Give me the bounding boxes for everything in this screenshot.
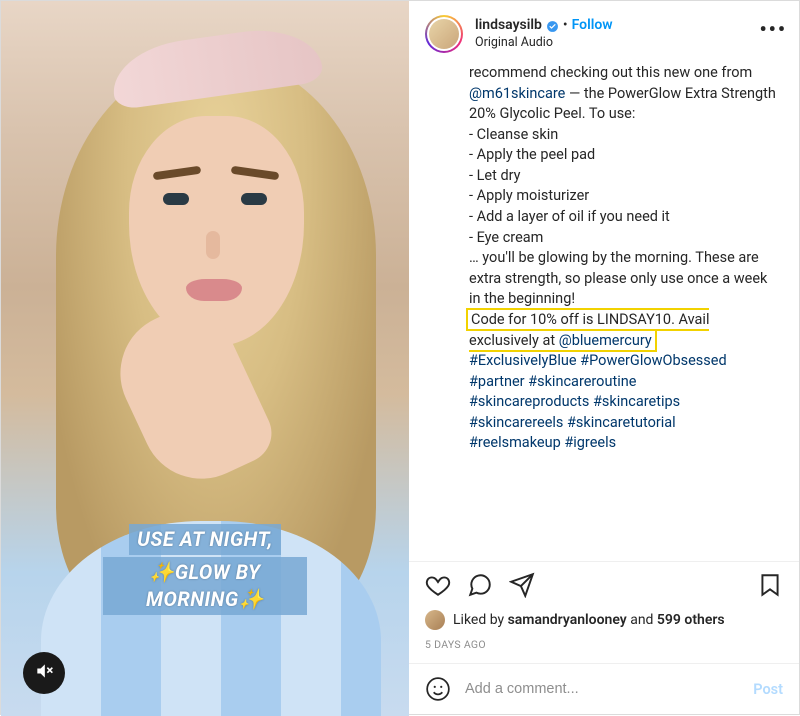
post-comment-button[interactable]: Post bbox=[753, 681, 783, 698]
hashtag-line[interactable]: #skincareproducts #skincaretips bbox=[469, 393, 680, 410]
illustration bbox=[241, 193, 267, 205]
caption-step: - Add a layer of oil if you need it bbox=[469, 208, 670, 225]
separator-dot: • bbox=[563, 17, 568, 35]
author-username[interactable]: lindsaysilb bbox=[475, 17, 542, 35]
post-panel: lindsaysilb • Follow Original Audio ••• … bbox=[409, 1, 799, 714]
illustration bbox=[163, 193, 189, 205]
likes-mid: and bbox=[627, 612, 657, 628]
author-avatar[interactable] bbox=[425, 15, 463, 53]
likes-count[interactable]: 599 others bbox=[657, 612, 725, 628]
comment-button[interactable] bbox=[467, 572, 493, 602]
overlay-line-2: ✨GLOW BY MORNING✨ bbox=[103, 557, 307, 615]
caption-text: recommend checking out this new one from bbox=[469, 64, 752, 81]
header-text: lindsaysilb • Follow Original Audio bbox=[475, 17, 783, 50]
promo-highlight: Code for 10% off is LINDSAY10. Avail exc… bbox=[466, 308, 709, 352]
audio-label[interactable]: Original Audio bbox=[475, 35, 783, 51]
mention-link[interactable]: @m61skincare bbox=[469, 85, 565, 102]
hashtag-line[interactable]: #partner #skincareroutine bbox=[469, 373, 636, 390]
emoji-picker-button[interactable] bbox=[425, 676, 451, 702]
hashtag-line[interactable]: #ExclusivelyBlue #PowerGlowObsessed bbox=[469, 352, 727, 369]
post-timestamp: 5 DAYS AGO bbox=[409, 634, 799, 663]
more-options-button[interactable]: ••• bbox=[759, 17, 787, 41]
comment-input[interactable] bbox=[465, 681, 739, 697]
share-button[interactable] bbox=[509, 572, 535, 602]
like-button[interactable] bbox=[425, 572, 451, 602]
caption-text: … you'll be glowing by the morning. Thes… bbox=[469, 249, 767, 307]
hashtag-line[interactable]: #reelsmakeup #igreels bbox=[469, 434, 616, 451]
likes-row[interactable]: Liked by samandryanlooney and 599 others bbox=[409, 608, 799, 634]
follow-button[interactable]: Follow bbox=[572, 17, 613, 35]
illustration bbox=[186, 279, 242, 301]
likes-prefix: Liked by bbox=[453, 612, 508, 628]
save-button[interactable] bbox=[757, 572, 783, 602]
overlay-line-1: USE AT NIGHT, bbox=[129, 524, 281, 555]
add-comment-row: Post bbox=[409, 663, 799, 714]
caption-step: - Let dry bbox=[469, 167, 521, 184]
likes-text: Liked by samandryanlooney and 599 others bbox=[453, 612, 725, 628]
caption-step: - Cleanse skin bbox=[469, 126, 558, 143]
liker-avatar bbox=[425, 610, 445, 630]
action-bar bbox=[409, 561, 799, 608]
post-header: lindsaysilb • Follow Original Audio ••• bbox=[409, 1, 799, 63]
verified-badge-icon bbox=[546, 20, 559, 33]
reel-video[interactable]: USE AT NIGHT, ✨GLOW BY MORNING✨ bbox=[1, 1, 409, 716]
mute-button[interactable] bbox=[23, 652, 65, 694]
hashtag-line[interactable]: #skincarereels #skincaretutorial bbox=[469, 414, 676, 431]
post-container: USE AT NIGHT, ✨GLOW BY MORNING✨ lindsays… bbox=[0, 0, 800, 715]
caption: recommend checking out this new one from… bbox=[409, 63, 799, 561]
speaker-muted-icon bbox=[34, 661, 54, 685]
video-overlay-text: USE AT NIGHT, ✨GLOW BY MORNING✨ bbox=[103, 523, 307, 616]
illustration bbox=[206, 231, 220, 259]
caption-step: - Eye cream bbox=[469, 229, 543, 246]
liker-name[interactable]: samandryanlooney bbox=[508, 612, 627, 628]
caption-step: - Apply the peel pad bbox=[469, 146, 595, 163]
caption-step: - Apply moisturizer bbox=[469, 187, 589, 204]
mention-link[interactable]: @bluemercury bbox=[559, 332, 652, 349]
